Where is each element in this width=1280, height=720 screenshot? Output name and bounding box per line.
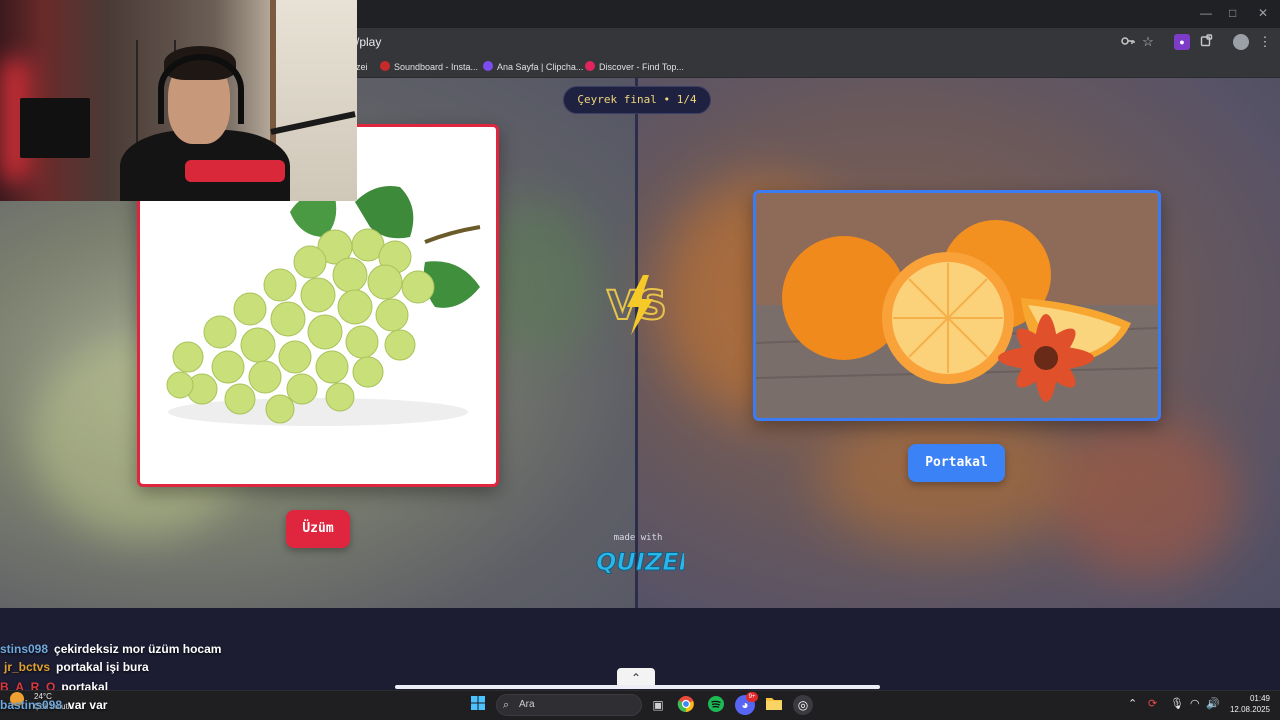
center-divider	[635, 78, 638, 608]
right-choice-card[interactable]	[753, 190, 1161, 421]
screen: — □ ✕ /play ☆ ● ⋮ zei Soundboard - Insta…	[0, 0, 1280, 720]
background-blur	[1058, 418, 1238, 578]
bookmark-quizei[interactable]: zei	[356, 60, 368, 74]
start-windows-icon[interactable]	[468, 695, 488, 715]
chrome-icon[interactable]	[676, 695, 696, 715]
quizei-logo-text: QUIZEI	[596, 548, 684, 576]
bookmark-label: Discover - Find Top...	[599, 62, 684, 72]
profile-avatar[interactable]	[1233, 34, 1249, 50]
headset	[158, 54, 244, 124]
bookmark-favicon	[380, 61, 390, 71]
wifi-icon[interactable]: ◠	[1190, 697, 1200, 711]
search-placeholder: Ara	[519, 699, 535, 710]
system-clock[interactable]: 01:49 12.08.2025	[1228, 693, 1270, 715]
sync-icon[interactable]: ⟳	[1148, 697, 1157, 711]
taskbar-search[interactable]: ⌕ Ara	[496, 694, 642, 716]
clock-time: 01:49	[1249, 694, 1270, 703]
bookmark-label: zei	[356, 62, 368, 72]
chat-message: jr_bctvs portakal işi bura	[4, 659, 149, 675]
made-with-text: made with	[613, 533, 663, 543]
minimize-button[interactable]: —	[1200, 6, 1212, 20]
clock-date: 12.08.2025	[1229, 705, 1270, 714]
bookmark-star-icon[interactable]: ☆	[1140, 34, 1156, 50]
round-indicator: Çeyrek final • 1/4	[563, 86, 711, 114]
chat-text: çekirdeksiz mor üzüm hocam	[54, 642, 222, 656]
bookmark-label: Soundboard - Insta...	[394, 62, 479, 72]
oranges-image	[756, 193, 1158, 418]
bookmark-favicon	[483, 61, 493, 71]
bookmark-label: Ana Sayfa | Clipcha...	[497, 62, 584, 72]
discord-badge: 9+	[746, 692, 758, 702]
select-uzum-button[interactable]: Üzüm	[286, 510, 350, 548]
key-icon[interactable]	[1120, 34, 1136, 50]
task-view-icon[interactable]: ▣	[648, 695, 668, 715]
bookmark-clipchamp[interactable]: Ana Sayfa | Clipcha...	[483, 60, 583, 74]
versus-icon: VS	[606, 275, 668, 335]
microphone	[185, 160, 285, 182]
url-field[interactable]: /play	[340, 32, 1120, 52]
puzzle-icon[interactable]	[1198, 34, 1214, 50]
chat-username: stins098	[0, 642, 49, 656]
horizontal-scrollbar[interactable]	[395, 685, 880, 689]
chat-text: var var	[68, 698, 108, 712]
menu-dots-icon[interactable]: ⋮	[1257, 34, 1273, 50]
bookmark-soundboard[interactable]: Soundboard - Insta...	[380, 60, 478, 74]
show-hidden-icons-chevron-icon[interactable]: ⌃	[1128, 697, 1137, 711]
obs-icon[interactable]: ◎	[793, 695, 813, 715]
search-icon: ⌕	[503, 699, 510, 711]
bookmark-discover[interactable]: Discover - Find Top...	[585, 60, 684, 74]
spotify-icon[interactable]	[706, 695, 726, 715]
background-monitor	[20, 98, 90, 158]
file-explorer-icon[interactable]	[764, 695, 784, 715]
chat-username: jr_bctvs	[4, 660, 51, 674]
bookmark-favicon	[585, 61, 595, 71]
close-button[interactable]: ✕	[1258, 6, 1268, 20]
chat-username: bastins098	[0, 698, 63, 712]
quizei-logo[interactable]: QUIZEI	[592, 543, 685, 577]
chat-message: bastins098 var var	[0, 697, 107, 713]
microphone-icon[interactable]: 🎙	[1170, 697, 1184, 711]
chat-message: stins098 çekirdeksiz mor üzüm hocam	[0, 641, 221, 657]
webcam-overlay	[0, 0, 357, 201]
select-portakal-button[interactable]: Portakal	[908, 444, 1005, 482]
chat-text: portakal işi bura	[56, 660, 149, 674]
extension-icon[interactable]: ●	[1174, 34, 1190, 50]
maximize-button[interactable]: □	[1229, 6, 1236, 20]
volume-icon[interactable]: 🔊	[1206, 697, 1220, 711]
